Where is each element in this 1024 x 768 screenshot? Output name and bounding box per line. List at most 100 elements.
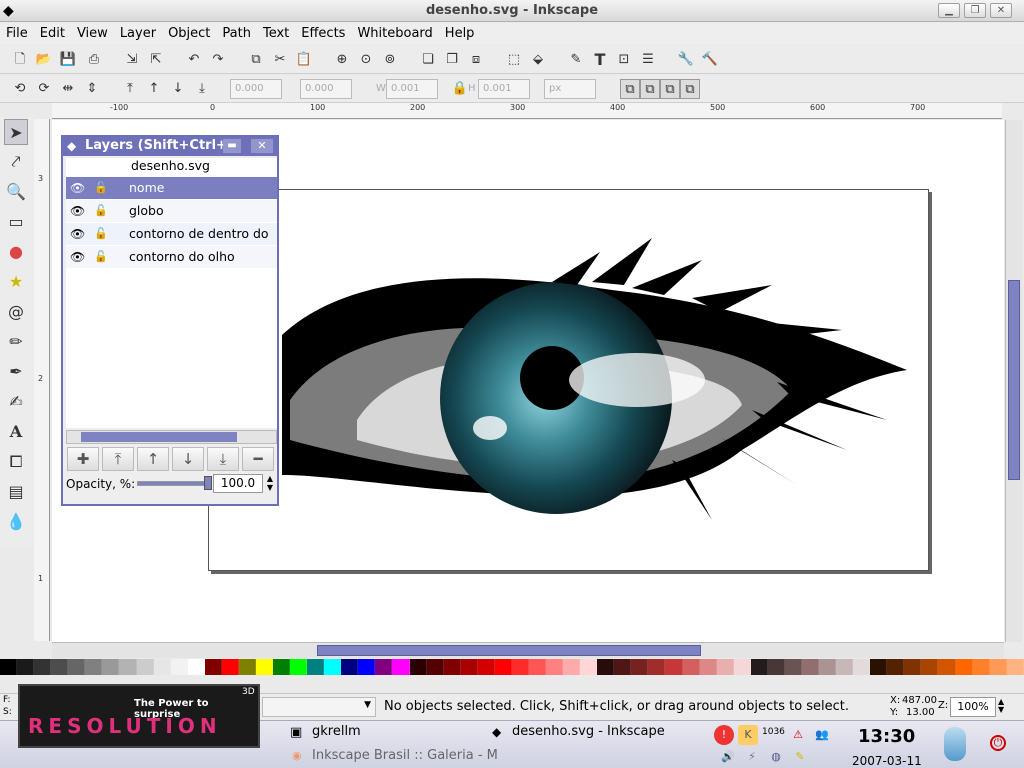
ellipse-tool-icon[interactable]: ● xyxy=(4,239,28,265)
cut-icon[interactable]: ✂ xyxy=(270,50,290,70)
palette-swatch[interactable] xyxy=(0,659,18,675)
layer-row[interactable]: 👁 🔓 contorno de dentro do xyxy=(66,223,277,245)
lock-icon[interactable]: 🔓 xyxy=(94,223,108,245)
palette-swatch[interactable] xyxy=(392,659,410,675)
palette-swatch[interactable] xyxy=(989,659,1007,675)
lower-layer-button[interactable]: ↓ xyxy=(172,447,204,471)
lock-icon[interactable]: 🔓 xyxy=(94,177,108,199)
palette-swatch[interactable] xyxy=(443,659,461,675)
fill-stroke-icon[interactable]: ✎ xyxy=(566,50,586,70)
lock-ratio-icon[interactable]: 🔒 xyxy=(450,79,470,99)
pencil-tray-icon[interactable]: ✎ xyxy=(790,747,810,767)
star-tool-icon[interactable]: ★ xyxy=(4,269,28,295)
duplicate-icon[interactable]: ❏ xyxy=(418,50,438,70)
task-gkrellm[interactable]: gkrellm xyxy=(312,724,361,739)
maximize-button[interactable]: ❐ xyxy=(964,3,986,18)
palette-swatch[interactable] xyxy=(938,659,956,675)
lock-icon[interactable]: 🔓 xyxy=(94,246,108,268)
text-tool-icon[interactable]: A xyxy=(4,419,28,445)
users-icon[interactable]: 👥 xyxy=(812,725,832,745)
palette-swatch[interactable] xyxy=(221,659,239,675)
palette-swatch[interactable] xyxy=(648,659,666,675)
text-font-icon[interactable]: T xyxy=(590,50,610,70)
palette-swatch[interactable] xyxy=(204,659,222,675)
palette-swatch[interactable] xyxy=(409,659,427,675)
raise-layer-top-button[interactable]: ⤒ xyxy=(102,447,134,471)
copy-icon[interactable]: ⧉ xyxy=(246,50,266,70)
palette-swatch[interactable] xyxy=(801,659,819,675)
palette-swatch[interactable] xyxy=(358,659,376,675)
palette-swatch[interactable] xyxy=(1006,659,1024,675)
zoom-spin-arrows[interactable]: ▲ ▼ xyxy=(998,698,1004,714)
close-button[interactable]: ✕ xyxy=(990,3,1012,18)
palette-swatch[interactable] xyxy=(375,659,393,675)
palette-swatch[interactable] xyxy=(238,659,256,675)
palette-swatch[interactable] xyxy=(511,659,529,675)
palette-swatch[interactable] xyxy=(563,659,581,675)
x-field[interactable]: 0.000 xyxy=(230,79,282,99)
dropper-tool-icon[interactable]: 💧 xyxy=(4,509,28,535)
shutdown-icon[interactable]: ⏻ xyxy=(990,735,1006,751)
selector-tool-icon[interactable]: ➤ xyxy=(4,119,28,145)
pencil-tool-icon[interactable]: ✏ xyxy=(4,329,28,355)
h-field[interactable]: 0.001 xyxy=(478,79,530,99)
clock[interactable]: 13:30 xyxy=(858,726,915,747)
palette-swatch[interactable] xyxy=(853,659,871,675)
palette-swatch[interactable] xyxy=(955,659,973,675)
trash-icon[interactable] xyxy=(944,727,966,761)
palette-swatch[interactable] xyxy=(102,659,120,675)
palette-swatch[interactable] xyxy=(68,659,86,675)
group-icon[interactable]: ⬚ xyxy=(504,50,524,70)
task-browser[interactable]: Inkscape Brasil :: Galeria - M xyxy=(312,748,498,763)
raise-icon[interactable]: ↑ xyxy=(144,79,164,99)
kde-icon[interactable]: K xyxy=(738,725,758,745)
layer-row[interactable]: 👁 🔓 nome xyxy=(66,177,277,199)
palette-swatch[interactable] xyxy=(324,659,342,675)
rotate-ccw-icon[interactable]: ⟲ xyxy=(10,79,30,99)
palette-swatch[interactable] xyxy=(341,659,359,675)
scale-corners-icon[interactable]: ⧉ xyxy=(640,79,660,99)
palette-swatch[interactable] xyxy=(870,659,888,675)
palette-swatch[interactable] xyxy=(528,659,546,675)
palette-swatch[interactable] xyxy=(699,659,717,675)
lower-bottom-icon[interactable]: ⤓ xyxy=(192,79,212,99)
palette-swatch[interactable] xyxy=(887,659,905,675)
opacity-slider-thumb[interactable] xyxy=(204,476,212,490)
vertical-scrollbar[interactable] xyxy=(1005,120,1022,642)
undo-icon[interactable]: ↶ xyxy=(184,50,204,70)
opacity-slider[interactable] xyxy=(137,476,212,490)
eye-highlight-large[interactable] xyxy=(569,353,705,407)
unit-select[interactable]: px xyxy=(544,79,596,99)
pen-tool-icon[interactable]: ✒ xyxy=(4,359,28,385)
opacity-spin-arrows[interactable]: ▲ ▼ xyxy=(264,474,276,493)
add-layer-button[interactable]: ✚ xyxy=(67,447,99,471)
palette-swatch[interactable] xyxy=(460,659,478,675)
globe-icon[interactable]: ◍ xyxy=(766,747,786,767)
palette-swatch[interactable] xyxy=(119,659,137,675)
network-icon[interactable]: ⚡ xyxy=(742,747,762,767)
zoom-page-icon[interactable]: ⊚ xyxy=(380,50,400,70)
palette-swatch[interactable] xyxy=(682,659,700,675)
opacity-field[interactable]: 100.0 xyxy=(213,474,263,493)
palette-swatch[interactable] xyxy=(614,659,632,675)
palette-swatch[interactable] xyxy=(716,659,734,675)
current-layer-dropdown[interactable]: ▼ xyxy=(262,697,376,717)
print-icon[interactable]: ⎙ xyxy=(84,50,104,70)
menu-view[interactable]: View xyxy=(71,23,114,41)
vertical-scroll-thumb[interactable] xyxy=(1008,280,1020,480)
layer-row[interactable]: 👁 🔓 contorno do olho xyxy=(66,246,277,268)
palette-swatch[interactable] xyxy=(307,659,325,675)
vertical-ruler[interactable]: 3 2 1 xyxy=(34,119,50,641)
palette-swatch[interactable] xyxy=(580,659,598,675)
palette-swatch[interactable] xyxy=(290,659,308,675)
eye-visible-icon[interactable]: 👁 xyxy=(70,223,85,245)
palette-swatch[interactable] xyxy=(136,659,154,675)
import-icon[interactable]: ⇲ xyxy=(122,50,142,70)
zoom-drawing-icon[interactable]: ⊙ xyxy=(356,50,376,70)
scale-stroke-icon[interactable]: ⧉ xyxy=(620,79,640,99)
palette-swatch[interactable] xyxy=(426,659,444,675)
ungroup-icon[interactable]: ⬙ xyxy=(528,50,548,70)
document-properties-icon[interactable]: 🔨 xyxy=(700,50,720,70)
raise-layer-button[interactable]: ↑ xyxy=(137,447,169,471)
horizontal-ruler[interactable]: -100 0 100 200 300 400 500 600 700 xyxy=(52,103,1002,119)
